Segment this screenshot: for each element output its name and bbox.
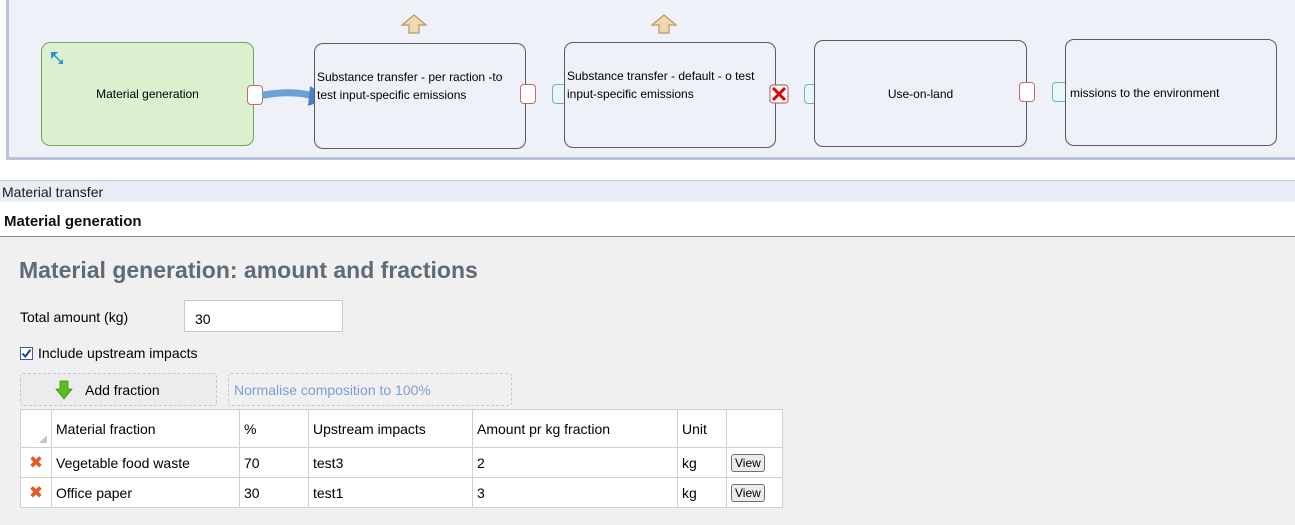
down-arrow-icon	[55, 380, 73, 400]
include-upstream-checkbox[interactable]	[20, 347, 33, 360]
cell-fraction[interactable]: Office paper	[51, 477, 240, 508]
process-subheader: Material generation	[0, 205, 1295, 237]
flow-node-use-on-land[interactable]: Use-on-land	[814, 40, 1027, 147]
add-fraction-label: Add fraction	[85, 382, 160, 398]
normalise-label: Normalise composition to 100%	[234, 382, 431, 398]
flow-node-label: missions to the environment	[1070, 85, 1220, 100]
include-upstream-label: Include upstream impacts	[38, 345, 198, 361]
flow-node-label: Use-on-land	[887, 86, 954, 101]
up-arrow-icon	[651, 14, 677, 34]
column-header-actions	[726, 409, 783, 448]
table-row: ✖ Vegetable food waste 70 test3 2 kg Vie…	[20, 447, 783, 478]
up-arrow-icon	[401, 14, 427, 34]
column-header[interactable]: Amount pr kg fraction	[472, 409, 678, 448]
flow-node-substance-transfer-default[interactable]: Substance transfer - default - o test in…	[564, 42, 776, 148]
view-button[interactable]: View	[731, 453, 765, 472]
section-label: Material transfer	[2, 184, 104, 200]
cell-percent[interactable]: 70	[239, 447, 309, 478]
flow-node-substance-transfer-per-fraction[interactable]: Substance transfer - per raction -to tes…	[314, 43, 526, 149]
output-port[interactable]	[247, 85, 263, 105]
column-header[interactable]: %	[239, 409, 309, 448]
section-header-bar: Material transfer	[0, 180, 1295, 202]
error-x-icon	[769, 84, 789, 104]
view-cell: View	[726, 447, 783, 478]
table-row: ✖ Office paper 30 test1 3 kg View	[20, 477, 783, 508]
cell-amount[interactable]: 3	[472, 477, 678, 508]
cell-fraction[interactable]: Vegetable food waste	[51, 447, 240, 478]
delete-row-icon[interactable]: ✖	[20, 447, 52, 478]
output-port[interactable]	[1019, 82, 1035, 102]
column-header[interactable]: Upstream impacts	[308, 409, 473, 448]
total-amount-label: Total amount (kg)	[20, 309, 129, 325]
cell-percent[interactable]: 30	[239, 477, 309, 508]
main-panel: Material generation: amount and fraction…	[0, 237, 1295, 525]
fractions-table: Material fraction % Upstream impacts Amo…	[20, 409, 783, 508]
delete-row-icon[interactable]: ✖	[20, 477, 52, 508]
process-name: Material generation	[4, 213, 142, 230]
flow-node-label: Material generation	[96, 87, 199, 101]
view-button[interactable]: View	[731, 483, 765, 502]
page-title: Material generation: amount and fraction…	[19, 257, 478, 283]
flow-node-label: Substance transfer - default - o test in…	[567, 69, 755, 101]
process-flow-canvas: Material generation Substance transfer -…	[6, 0, 1295, 160]
flow-node-material-generation[interactable]: Material generation	[41, 42, 254, 146]
view-cell: View	[726, 477, 783, 508]
cell-amount[interactable]: 2	[472, 447, 678, 478]
select-all-corner[interactable]	[20, 409, 52, 448]
add-fraction-button[interactable]: Add fraction	[20, 373, 217, 406]
checkmark-icon	[21, 349, 32, 359]
cell-upstream[interactable]: test1	[308, 477, 473, 508]
column-header[interactable]: Material fraction	[51, 409, 240, 448]
output-port[interactable]	[520, 84, 536, 104]
cell-unit: kg	[677, 477, 727, 508]
table-header-row: Material fraction % Upstream impacts Amo…	[20, 409, 783, 448]
total-amount-input[interactable]: 30	[184, 300, 343, 332]
normalise-composition-button[interactable]: Normalise composition to 100%	[228, 373, 512, 406]
cell-upstream[interactable]: test3	[308, 447, 473, 478]
column-header[interactable]: Unit	[677, 409, 727, 448]
flow-node-emissions-to-environment[interactable]: missions to the environment	[1065, 39, 1277, 146]
cell-unit: kg	[677, 447, 727, 478]
flow-node-label: Substance transfer - per raction -to tes…	[317, 70, 503, 102]
